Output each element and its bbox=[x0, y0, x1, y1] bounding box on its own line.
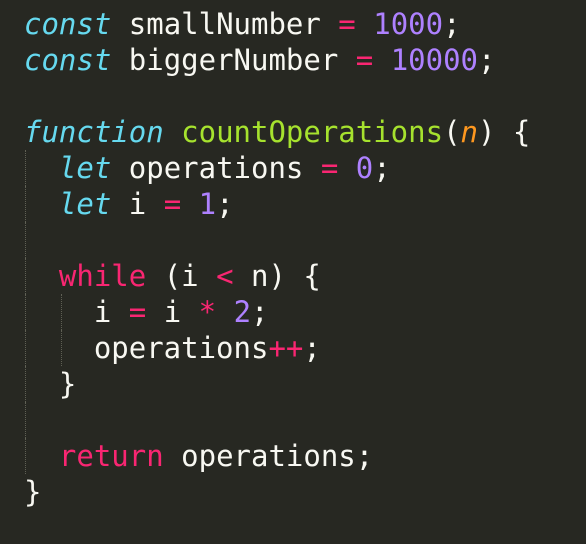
operator-multiply: * bbox=[198, 295, 217, 329]
code-line-12 bbox=[24, 402, 584, 438]
number-literal: 1 bbox=[198, 187, 217, 221]
code-line-2: const biggerNumber = 10000; bbox=[24, 42, 584, 78]
identifier-operations: operations bbox=[93, 331, 269, 365]
identifier-i: i bbox=[93, 295, 129, 329]
operator-assign: = bbox=[338, 7, 356, 41]
operator-assign: = bbox=[163, 187, 182, 221]
code-line-4: function countOperations(n) { bbox=[24, 114, 584, 150]
condition-right: n) { bbox=[233, 259, 321, 293]
indent-guide bbox=[25, 186, 26, 222]
keyword-let: let bbox=[58, 187, 112, 221]
code-line-7 bbox=[24, 222, 584, 258]
operator-assign: = bbox=[320, 151, 339, 185]
indent-guide bbox=[25, 294, 26, 330]
number-literal: 10000 bbox=[390, 43, 478, 77]
number-literal: 2 bbox=[233, 295, 252, 329]
closing-brace: } bbox=[58, 367, 77, 401]
keyword-function: function bbox=[24, 115, 164, 149]
semicolon: ; bbox=[443, 7, 461, 41]
return-value: operations; bbox=[163, 439, 374, 473]
operator-assign: = bbox=[355, 43, 374, 77]
indent-guide bbox=[25, 150, 26, 186]
code-line-13: return operations; bbox=[24, 438, 584, 474]
code-editor[interactable]: const smallNumber = 1000; const biggerNu… bbox=[24, 6, 584, 536]
semicolon: ; bbox=[373, 151, 391, 185]
code-line-8: while (i < n) { bbox=[24, 258, 584, 294]
identifier-i: i bbox=[111, 187, 164, 221]
operator-less-than: < bbox=[216, 259, 234, 293]
indent-guide bbox=[61, 330, 62, 366]
paren-open: ( bbox=[443, 115, 461, 149]
semicolon: ; bbox=[216, 187, 234, 221]
code-line-14: } bbox=[24, 474, 584, 510]
identifier-biggerNumber: biggerNumber bbox=[111, 43, 356, 77]
indent-guide bbox=[25, 366, 26, 402]
number-literal: 0 bbox=[355, 151, 374, 185]
closing-brace: } bbox=[24, 475, 42, 509]
indent-guide bbox=[25, 222, 26, 258]
identifier-operations: operations bbox=[111, 151, 321, 185]
operator-assign: = bbox=[128, 295, 147, 329]
semicolon: ; bbox=[251, 295, 269, 329]
indent-guide bbox=[25, 330, 26, 366]
indent-guide bbox=[25, 258, 26, 294]
indent-guide bbox=[61, 294, 62, 330]
indent-guide bbox=[25, 438, 26, 474]
semicolon: ; bbox=[303, 331, 321, 365]
operator-increment: ++ bbox=[268, 331, 304, 365]
keyword-return: return bbox=[58, 439, 164, 473]
identifier-smallNumber: smallNumber bbox=[111, 7, 339, 41]
indent-guide bbox=[25, 402, 26, 438]
keyword-while: while bbox=[58, 259, 147, 293]
code-line-5: let operations = 0; bbox=[24, 150, 584, 186]
parameter-n: n bbox=[460, 115, 478, 149]
number-literal: 1000 bbox=[373, 7, 444, 41]
keyword-const: const bbox=[24, 7, 112, 41]
code-line-10: operations++; bbox=[24, 330, 584, 366]
identifier-i: i bbox=[146, 295, 199, 329]
code-line-11: } bbox=[24, 366, 584, 402]
paren-close-brace: ) { bbox=[478, 115, 531, 149]
condition-left: (i bbox=[146, 259, 217, 293]
keyword-const: const bbox=[24, 43, 112, 77]
code-line-9: i = i * 2; bbox=[24, 294, 584, 330]
function-name: countOperations bbox=[181, 115, 444, 149]
keyword-let: let bbox=[58, 151, 112, 185]
semicolon: ; bbox=[478, 43, 496, 77]
code-line-1: const smallNumber = 1000; bbox=[24, 6, 584, 42]
code-line-6: let i = 1; bbox=[24, 186, 584, 222]
